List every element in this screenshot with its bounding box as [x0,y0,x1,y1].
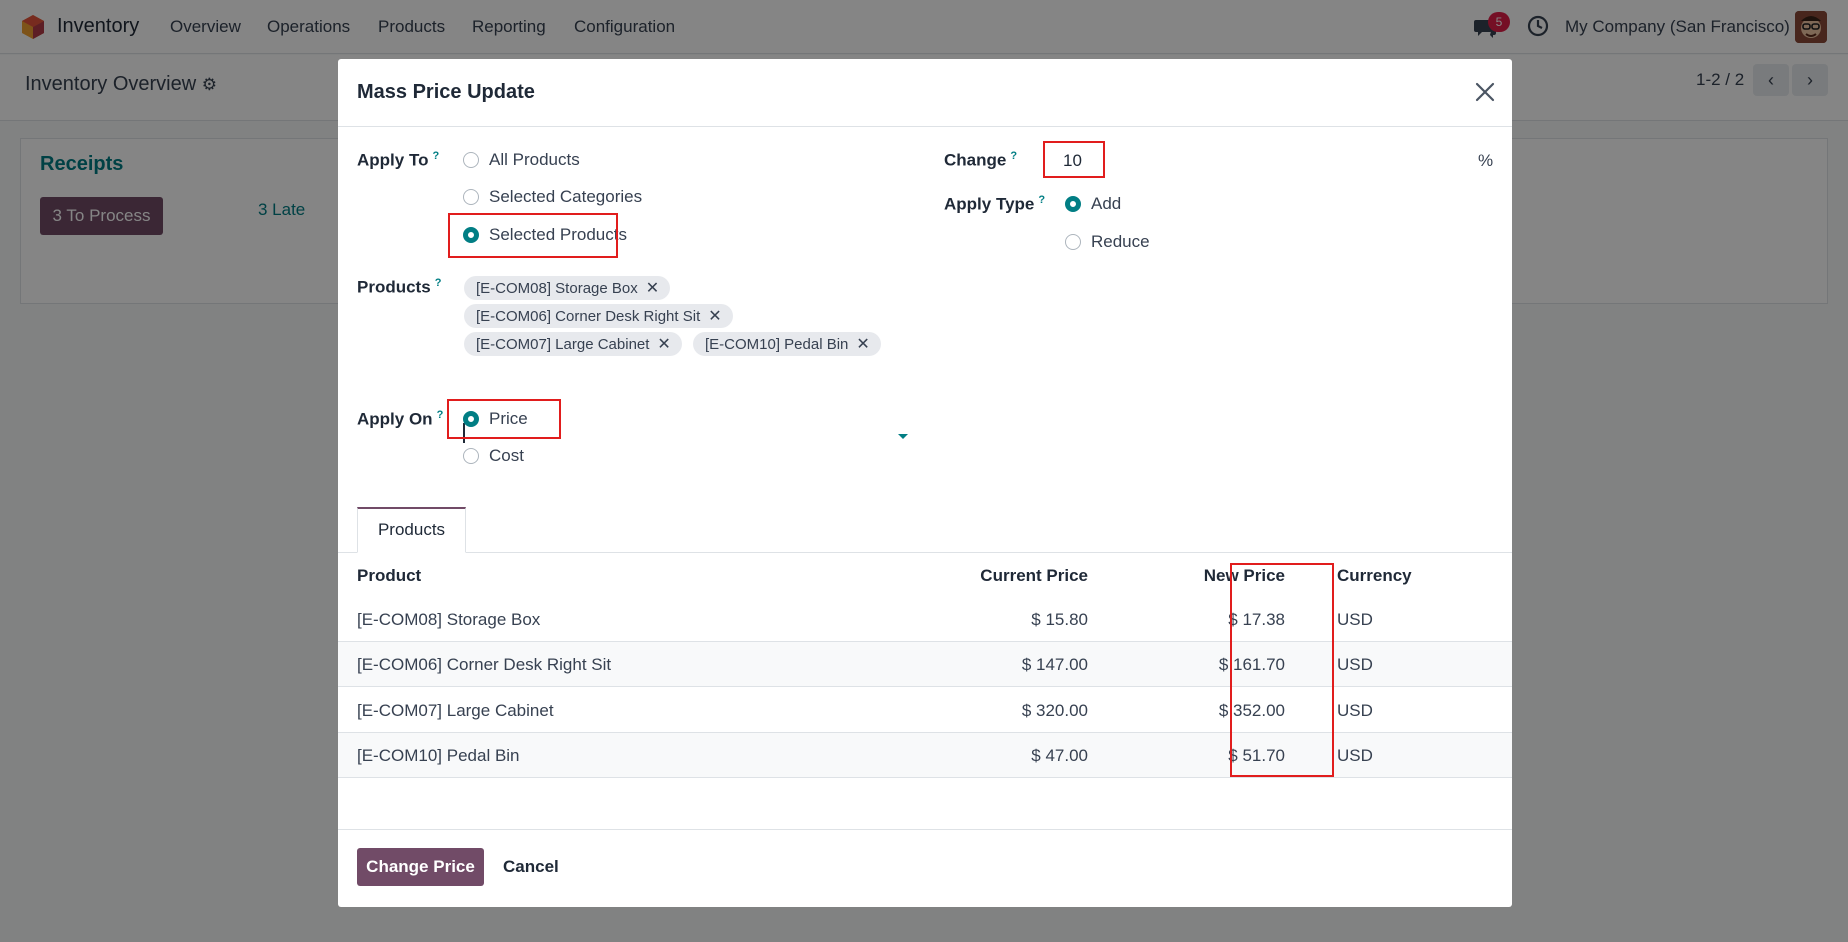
table-row[interactable]: [E-COM08] Storage Box $ 15.80 $ 17.38 US… [338,597,1512,642]
change-label-text: Change [944,150,1007,170]
remove-tag-icon[interactable]: ✕ [856,334,869,354]
highlight-box [1043,141,1105,178]
apply-to-label-text: Apply To [357,150,429,170]
cell-product: [E-COM10] Pedal Bin [357,746,520,765]
tag-label: [E-COM07] Large Cabinet [476,335,650,353]
col-header-product[interactable]: Product [357,566,421,586]
table-row[interactable]: [E-COM10] Pedal Bin $ 47.00 $ 51.70 USD [338,733,1512,778]
product-tag: [E-COM07] Large Cabinet ✕ [464,332,682,356]
dialog-title: Mass Price Update [357,81,535,103]
apply-type-label-text: Apply Type [944,194,1035,214]
help-icon[interactable]: ? [437,409,444,421]
radio-cost[interactable]: Cost [463,446,524,466]
mass-price-update-dialog: Mass Price Update Apply To? All Products… [338,59,1512,907]
dialog-header: Mass Price Update [338,59,1512,127]
radio-all-products[interactable]: All Products [463,150,580,170]
remove-tag-icon[interactable]: ✕ [646,278,659,298]
product-tag: [E-COM06] Corner Desk Right Sit ✕ [464,304,733,328]
product-tag: [E-COM10] Pedal Bin ✕ [693,332,881,356]
cell-product: [E-COM07] Large Cabinet [357,701,554,720]
tab-divider [338,552,1512,553]
radio-button[interactable] [1065,234,1081,250]
remove-tag-icon[interactable]: ✕ [708,306,721,326]
radio-button[interactable] [463,448,479,464]
radio-label: All Products [489,150,580,169]
dropdown-caret-icon[interactable] [898,434,908,439]
apply-on-label: Apply On? [357,409,443,430]
radio-add[interactable]: Add [1065,194,1121,214]
radio-button[interactable] [463,189,479,205]
radio-reduce[interactable]: Reduce [1065,232,1150,252]
tab-products[interactable]: Products [357,507,466,553]
tag-label: [E-COM08] Storage Box [476,279,638,297]
help-icon[interactable]: ? [1038,194,1045,206]
col-header-current-price[interactable]: Current Price [898,566,1088,586]
remove-tag-icon[interactable]: ✕ [657,334,670,354]
close-icon[interactable] [1472,79,1498,105]
tag-label: [E-COM06] Corner Desk Right Sit [476,307,701,325]
highlight-box [448,213,618,258]
change-label: Change? [944,150,1017,171]
cell-product: [E-COM06] Corner Desk Right Sit [357,655,612,674]
radio-selected-categories[interactable]: Selected Categories [463,187,642,207]
cell-current-price: $ 320.00 [1021,701,1088,720]
help-icon[interactable]: ? [435,277,442,289]
products-label-text: Products [357,277,431,297]
highlight-box [447,399,561,439]
cell-current-price: $ 15.80 [1031,610,1088,629]
cell-currency: USD [1337,701,1373,720]
change-price-button[interactable]: Change Price [357,848,484,886]
radio-label: Reduce [1091,232,1150,251]
cell-product: [E-COM08] Storage Box [357,610,541,629]
help-icon[interactable]: ? [1010,150,1017,162]
radio-label: Selected Categories [489,187,643,206]
help-icon[interactable]: ? [432,150,439,162]
cancel-button[interactable]: Cancel [503,857,559,877]
table-row[interactable]: [E-COM07] Large Cabinet $ 320.00 $ 352.0… [338,688,1512,733]
percent-unit: % [1478,151,1494,170]
radio-label: Add [1091,194,1122,213]
cell-current-price: $ 47.00 [1031,746,1088,765]
apply-on-label-text: Apply On [357,409,433,429]
table-row[interactable]: [E-COM06] Corner Desk Right Sit $ 147.00… [338,642,1512,687]
col-header-currency[interactable]: Currency [1337,566,1412,586]
product-tag: [E-COM08] Storage Box ✕ [464,276,671,300]
apply-type-label: Apply Type? [944,194,1045,215]
cell-currency: USD [1337,655,1373,674]
apply-to-label: Apply To? [357,150,439,171]
products-label: Products? [357,277,441,298]
radio-button[interactable] [463,152,479,168]
radio-label: Cost [489,446,524,465]
radio-button-checked[interactable] [1065,196,1081,212]
cell-currency: USD [1337,610,1373,629]
highlight-box [1230,563,1334,777]
cell-currency: USD [1337,746,1373,765]
footer-divider [338,829,1512,830]
tag-label: [E-COM10] Pedal Bin [705,335,849,353]
cell-current-price: $ 147.00 [1021,655,1088,674]
